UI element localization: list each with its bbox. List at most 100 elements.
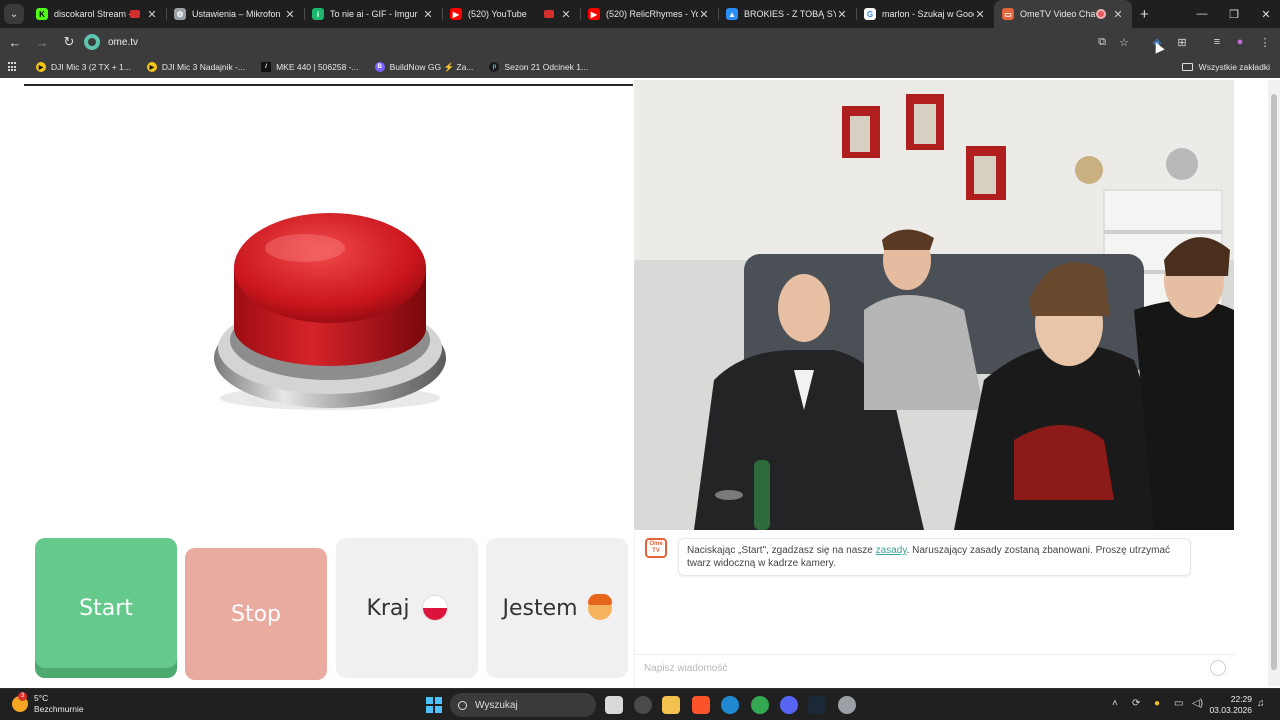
minimize-icon[interactable]: — bbox=[1186, 0, 1218, 28]
chat-message-input[interactable]: Napisz wiadomość bbox=[635, 654, 1235, 682]
tab-title: marlon - Szukaj w Google bbox=[882, 9, 974, 19]
ccleaner-icon[interactable] bbox=[721, 696, 739, 714]
profile-avatar-icon[interactable]: ● bbox=[1231, 33, 1249, 51]
bookmark-item[interactable]: B BuildNow GG ⚡ Za... bbox=[374, 62, 473, 73]
ometv-logo-icon: Ome TV bbox=[645, 538, 667, 558]
play-icon: ▶ bbox=[36, 62, 46, 72]
settings-gear-icon[interactable] bbox=[838, 696, 856, 714]
google-icon: G bbox=[864, 8, 876, 20]
close-icon[interactable]: ✕ bbox=[146, 8, 158, 21]
buildnow-icon: B bbox=[374, 62, 385, 72]
bookmark-star-icon[interactable]: ☆ bbox=[1115, 33, 1133, 51]
notification-bell-icon[interactable]: ♫ bbox=[1257, 698, 1265, 709]
drive-icon: ▲ bbox=[726, 8, 738, 20]
audio-indicator-icon[interactable] bbox=[130, 10, 140, 18]
audio-indicator-icon[interactable] bbox=[544, 10, 554, 18]
tab-imgur[interactable]: i To nie ai - GIF - Imgur ✕ bbox=[304, 0, 442, 28]
start-button[interactable]: Start bbox=[35, 538, 177, 678]
taskbar-search[interactable]: Wyszukaj bbox=[450, 693, 596, 717]
recording-icon[interactable] bbox=[1096, 9, 1106, 19]
bookmark-label: Sezon 21 Odcinek 1... bbox=[504, 62, 589, 72]
rules-link[interactable]: zasady bbox=[876, 545, 907, 556]
task-view-icon[interactable] bbox=[605, 696, 623, 714]
stop-button-label: Stop bbox=[230, 601, 281, 627]
extensions-puzzle-icon[interactable]: ⊞ bbox=[1173, 33, 1191, 51]
menu-kebab-icon[interactable]: ⋮ bbox=[1256, 33, 1274, 51]
url-text[interactable]: ome.tv bbox=[108, 37, 138, 48]
bookmark-item[interactable]: / MKE 440 | 506258 -... bbox=[261, 62, 359, 72]
tab-google-search[interactable]: G marlon - Szukaj w Google ✕ bbox=[856, 0, 994, 28]
volume-icon[interactable]: ◁) bbox=[1192, 698, 1203, 709]
network-icon[interactable]: ▭ bbox=[1174, 698, 1183, 709]
tab-title: discokarol Stream - W bbox=[54, 9, 130, 19]
restore-icon[interactable]: ❐ bbox=[1218, 0, 1250, 28]
stop-button[interactable]: Stop bbox=[185, 548, 327, 680]
all-bookmarks-button[interactable]: Wszystkie zakładki bbox=[1181, 56, 1270, 78]
new-tab-plus-icon[interactable]: + bbox=[1140, 6, 1149, 23]
steam-icon[interactable] bbox=[808, 696, 826, 714]
brave-browser-icon[interactable] bbox=[692, 696, 710, 714]
boy-emoji-icon bbox=[587, 594, 612, 620]
scrollbar-thumb[interactable] bbox=[1271, 94, 1277, 670]
country-select-button[interactable]: Kraj bbox=[336, 538, 478, 678]
tab-youtube[interactable]: ▶ (520) YouTube ✕ bbox=[442, 0, 580, 28]
bookmark-item[interactable]: ▶ DJI Mic 3 (2 TX + 1... bbox=[36, 62, 131, 72]
p-icon: p bbox=[489, 62, 500, 72]
gender-select-button[interactable]: Jestem bbox=[486, 538, 628, 678]
address-bar[interactable]: ome.tv bbox=[80, 30, 1140, 54]
page-scrollbar[interactable] bbox=[1268, 80, 1280, 686]
media-control-icon[interactable]: ≡ bbox=[1208, 33, 1226, 51]
tab-title: (520) YouTube bbox=[468, 9, 527, 19]
kick-icon: K bbox=[36, 8, 48, 20]
tab-search-chevron-icon[interactable]: ⌄ bbox=[4, 4, 24, 24]
imgur-icon: i bbox=[312, 8, 324, 20]
discord-icon[interactable] bbox=[780, 696, 798, 714]
weather-widget[interactable]: 5°C Bezchmurnie bbox=[12, 692, 84, 715]
close-icon[interactable]: ✕ bbox=[974, 8, 986, 21]
tab-ustawienia[interactable]: ⚙ Ustawienia – Mikrofon ✕ bbox=[166, 0, 304, 28]
local-camera-view bbox=[24, 84, 633, 534]
bookmarks-bar: ▶ DJI Mic 3 (2 TX + 1... ▶ DJI Mic 3 Nad… bbox=[0, 56, 1280, 78]
close-icon[interactable]: ✕ bbox=[698, 8, 710, 21]
search-icon bbox=[458, 700, 467, 710]
reload-icon[interactable]: ↻ bbox=[57, 30, 81, 54]
bookmark-item[interactable]: ▶ DJI Mic 3 Nadajnik -... bbox=[146, 62, 245, 72]
tab-strip: ⌄ K discokarol Stream - W ✕ ⚙ Ustawienia… bbox=[0, 0, 1280, 28]
clock-date: 03.03.2026 bbox=[1209, 705, 1252, 715]
tab-relicrhymes[interactable]: ▶ (520) RelicRhymes - YouTu ✕ bbox=[580, 0, 718, 28]
chrome-icon[interactable] bbox=[751, 696, 769, 714]
close-icon[interactable]: ✕ bbox=[422, 8, 434, 21]
apps-grid-icon[interactable] bbox=[8, 62, 18, 72]
start-menu-windows-icon[interactable] bbox=[426, 697, 442, 713]
tab-discokarol[interactable]: K discokarol Stream - W ✕ bbox=[28, 0, 166, 28]
youtube-icon: ▶ bbox=[588, 8, 600, 20]
windows-taskbar: 5°C Bezchmurnie Wyszukaj ˄ ⟳ ● ▭ ◁) 22:2… bbox=[0, 688, 1280, 720]
site-info-icon[interactable] bbox=[84, 34, 100, 50]
close-icon[interactable]: ✕ bbox=[284, 8, 296, 21]
tab-title: BROKIES - Z TOBĄ SYNA bbox=[744, 9, 836, 19]
copilot-icon[interactable] bbox=[634, 696, 652, 714]
close-icon[interactable]: ✕ bbox=[560, 8, 572, 21]
close-icon[interactable]: ✕ bbox=[836, 8, 848, 21]
back-arrow-icon[interactable]: ← bbox=[3, 30, 27, 54]
forward-arrow-icon[interactable]: → bbox=[30, 30, 54, 54]
country-button-label: Kraj bbox=[366, 595, 410, 621]
bookmark-item[interactable]: p Sezon 21 Odcinek 1... bbox=[489, 62, 588, 72]
close-icon[interactable]: ✕ bbox=[1112, 8, 1124, 21]
system-clock[interactable]: 22:29 03.03.2026 bbox=[1209, 694, 1252, 716]
file-explorer-icon[interactable] bbox=[662, 696, 680, 714]
start-button-label: Start bbox=[79, 595, 133, 621]
tab-ometv[interactable]: ▭ OmeTV Video Chat – ✕ bbox=[994, 0, 1132, 28]
cast-icon[interactable]: ⧉ bbox=[1093, 33, 1111, 51]
tab-title: OmeTV Video Chat – bbox=[1020, 9, 1096, 19]
sync-icon[interactable]: ⟳ bbox=[1132, 698, 1140, 709]
tray-chevron-up-icon[interactable]: ˄ bbox=[1112, 698, 1118, 709]
settings-icon: ⚙ bbox=[174, 8, 186, 20]
system-message: Naciskając „Start", zgadzasz się na nasz… bbox=[678, 538, 1191, 576]
emoji-smiley-icon[interactable] bbox=[1210, 660, 1226, 676]
ometv-page: Start Stop Kraj Jestem Ome TV Naciskając… bbox=[0, 78, 1280, 688]
microphone-icon[interactable]: ● bbox=[1154, 698, 1160, 709]
window-close-icon[interactable]: ✕ bbox=[1250, 0, 1280, 28]
poland-flag-icon bbox=[421, 595, 448, 621]
tab-brokies[interactable]: ▲ BROKIES - Z TOBĄ SYNA ✕ bbox=[718, 0, 856, 28]
